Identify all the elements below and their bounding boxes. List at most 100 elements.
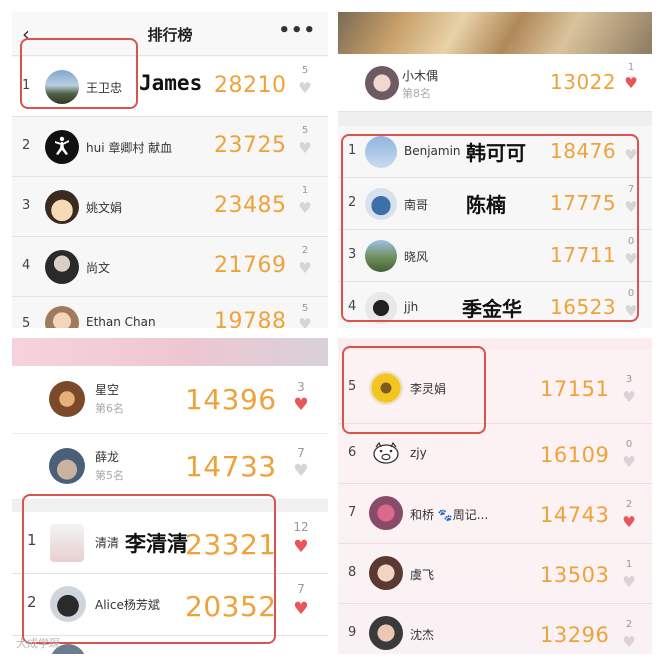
user-name: 星空 <box>95 383 120 397</box>
avatar[interactable] <box>369 616 403 650</box>
step-count: 14733 <box>185 450 277 483</box>
header-background-image <box>338 12 652 54</box>
heart-icon[interactable]: ♥ <box>297 81 313 96</box>
user-name: 姚文娟 <box>86 201 123 215</box>
step-count: 17151 <box>540 377 610 401</box>
rank-number: 9 <box>348 625 357 640</box>
heart-icon[interactable]: ♥ <box>621 515 637 530</box>
more-icon[interactable]: ••• <box>278 20 316 41</box>
list-item[interactable]: 薛龙 第5名 14733 7 ♥ <box>12 434 328 500</box>
panel-ranking-top-left: ‹ 排行榜 ••• 1 王卫忠 James 28210 5 ♥ 2 hui 章卿… <box>12 12 328 328</box>
like-count: 2 <box>625 619 633 630</box>
heart-icon[interactable]: ♥ <box>621 635 637 650</box>
jumpman-logo-icon <box>55 136 69 155</box>
like-count: 5 <box>301 65 309 76</box>
watermark: 大成学琛 <box>16 637 60 650</box>
like-count: 5 <box>301 303 309 314</box>
section-gap <box>338 112 652 126</box>
user-name: 和桥 🐾周记... <box>410 508 489 522</box>
heart-icon[interactable]: ♥ <box>297 317 313 329</box>
rank-number: 4 <box>22 258 31 273</box>
handwritten-annotation: James <box>139 71 203 95</box>
highlight-box <box>341 134 639 322</box>
like-count: 1 <box>301 185 309 196</box>
like-count: 1 <box>625 559 633 570</box>
rank-number: 5 <box>22 316 31 328</box>
user-rank-label: 第6名 <box>95 402 124 415</box>
rank-number: 8 <box>348 565 357 580</box>
user-rank-label: 第8名 <box>402 87 431 100</box>
like-count: 12 <box>293 520 309 534</box>
heart-icon[interactable]: ♥ <box>293 539 309 556</box>
avatar[interactable] <box>369 496 403 530</box>
list-item[interactable]: 8 虞飞 13503 1 ♥ <box>338 544 652 604</box>
heart-icon[interactable]: ♥ <box>293 601 309 618</box>
user-rank-label: 第5名 <box>95 469 124 482</box>
heart-icon[interactable]: ♥ <box>621 390 637 405</box>
avatar[interactable] <box>365 66 399 100</box>
step-count: 23725 <box>214 133 287 158</box>
highlight-box <box>342 346 486 434</box>
like-count: 0 <box>625 439 633 450</box>
list-item[interactable]: 5 Ethan Chan 19788 5 ♥ <box>12 297 328 328</box>
list-item[interactable]: 9 沈杰 13296 2 ♥ <box>338 604 652 654</box>
avatar[interactable] <box>45 130 79 164</box>
rank-number: 3 <box>22 198 31 213</box>
like-count: 7 <box>297 582 305 596</box>
avatar[interactable] <box>45 190 79 224</box>
avatar[interactable] <box>45 250 79 284</box>
step-count: 13296 <box>540 623 610 647</box>
list-item[interactable]: 3 姚文娟 23485 1 ♥ <box>12 177 328 237</box>
like-count: 3 <box>297 380 305 394</box>
step-count: 13022 <box>550 70 617 94</box>
highlight-box <box>20 38 138 109</box>
heart-icon[interactable]: ♥ <box>621 575 637 590</box>
rank-number: 7 <box>348 505 357 520</box>
like-count: 1 <box>627 62 635 73</box>
pig-doodle-icon <box>373 441 399 464</box>
avatar[interactable] <box>369 436 403 470</box>
user-name: 尚文 <box>86 261 111 275</box>
like-count: 3 <box>625 374 633 385</box>
heart-icon[interactable]: ♥ <box>297 201 313 216</box>
rank-number: 6 <box>348 445 357 460</box>
my-rank-row[interactable]: 小木偶 第8名 13022 1 ♥ <box>338 54 652 112</box>
panel-ranking-bottom-right: 5 李灵娟 17151 3 ♥ 6 zjy 16109 0 ♥ 7 和桥 🐾周记… <box>338 338 652 654</box>
heart-icon[interactable]: ♥ <box>297 141 313 156</box>
panel-ranking-top-right: 小木偶 第8名 13022 1 ♥ 1 Benjamin 韩可可 18476 ♥… <box>338 12 652 328</box>
like-count: 2 <box>301 245 309 256</box>
heart-icon[interactable]: ♥ <box>621 455 637 470</box>
like-count: 5 <box>301 125 309 136</box>
step-count: 19788 <box>214 309 287 328</box>
user-name: 薛龙 <box>95 450 120 464</box>
list-item[interactable]: 星空 第6名 14396 3 ♥ <box>12 366 328 434</box>
user-name: Ethan Chan <box>86 315 156 328</box>
user-name: hui 章卿村 献血 <box>86 141 173 155</box>
step-count: 28210 <box>214 73 287 98</box>
step-count: 21769 <box>214 253 287 278</box>
list-item[interactable]: 4 尚文 21769 2 ♥ <box>12 237 328 297</box>
avatar[interactable] <box>369 556 403 590</box>
step-count: 14396 <box>185 383 277 416</box>
panel-ranking-bottom-left: 星空 第6名 14396 3 ♥ 薛龙 第5名 14733 7 ♥ 1 清清 李… <box>12 338 328 654</box>
list-item[interactable]: 2 hui 章卿村 献血 23725 5 ♥ <box>12 117 328 177</box>
rank-number: 2 <box>22 138 31 153</box>
avatar[interactable] <box>49 448 85 484</box>
step-count: 13503 <box>540 563 610 587</box>
list-item[interactable]: 7 和桥 🐾周记... 14743 2 ♥ <box>338 484 652 544</box>
heart-icon[interactable]: ♥ <box>623 76 639 91</box>
step-count: 23485 <box>214 193 287 218</box>
like-count: 7 <box>297 446 305 460</box>
avatar[interactable] <box>49 381 85 417</box>
header-background-image <box>12 338 328 366</box>
heart-icon[interactable]: ♥ <box>293 463 309 480</box>
user-name: 小木偶 <box>402 69 439 83</box>
heart-icon[interactable]: ♥ <box>297 261 313 276</box>
user-name: zjy <box>410 446 427 460</box>
avatar[interactable] <box>45 306 79 328</box>
user-name: 虞飞 <box>410 568 435 582</box>
heart-icon[interactable]: ♥ <box>293 397 309 414</box>
step-count: 16109 <box>540 443 610 467</box>
user-name: 沈杰 <box>410 628 435 642</box>
like-count: 2 <box>625 499 633 510</box>
